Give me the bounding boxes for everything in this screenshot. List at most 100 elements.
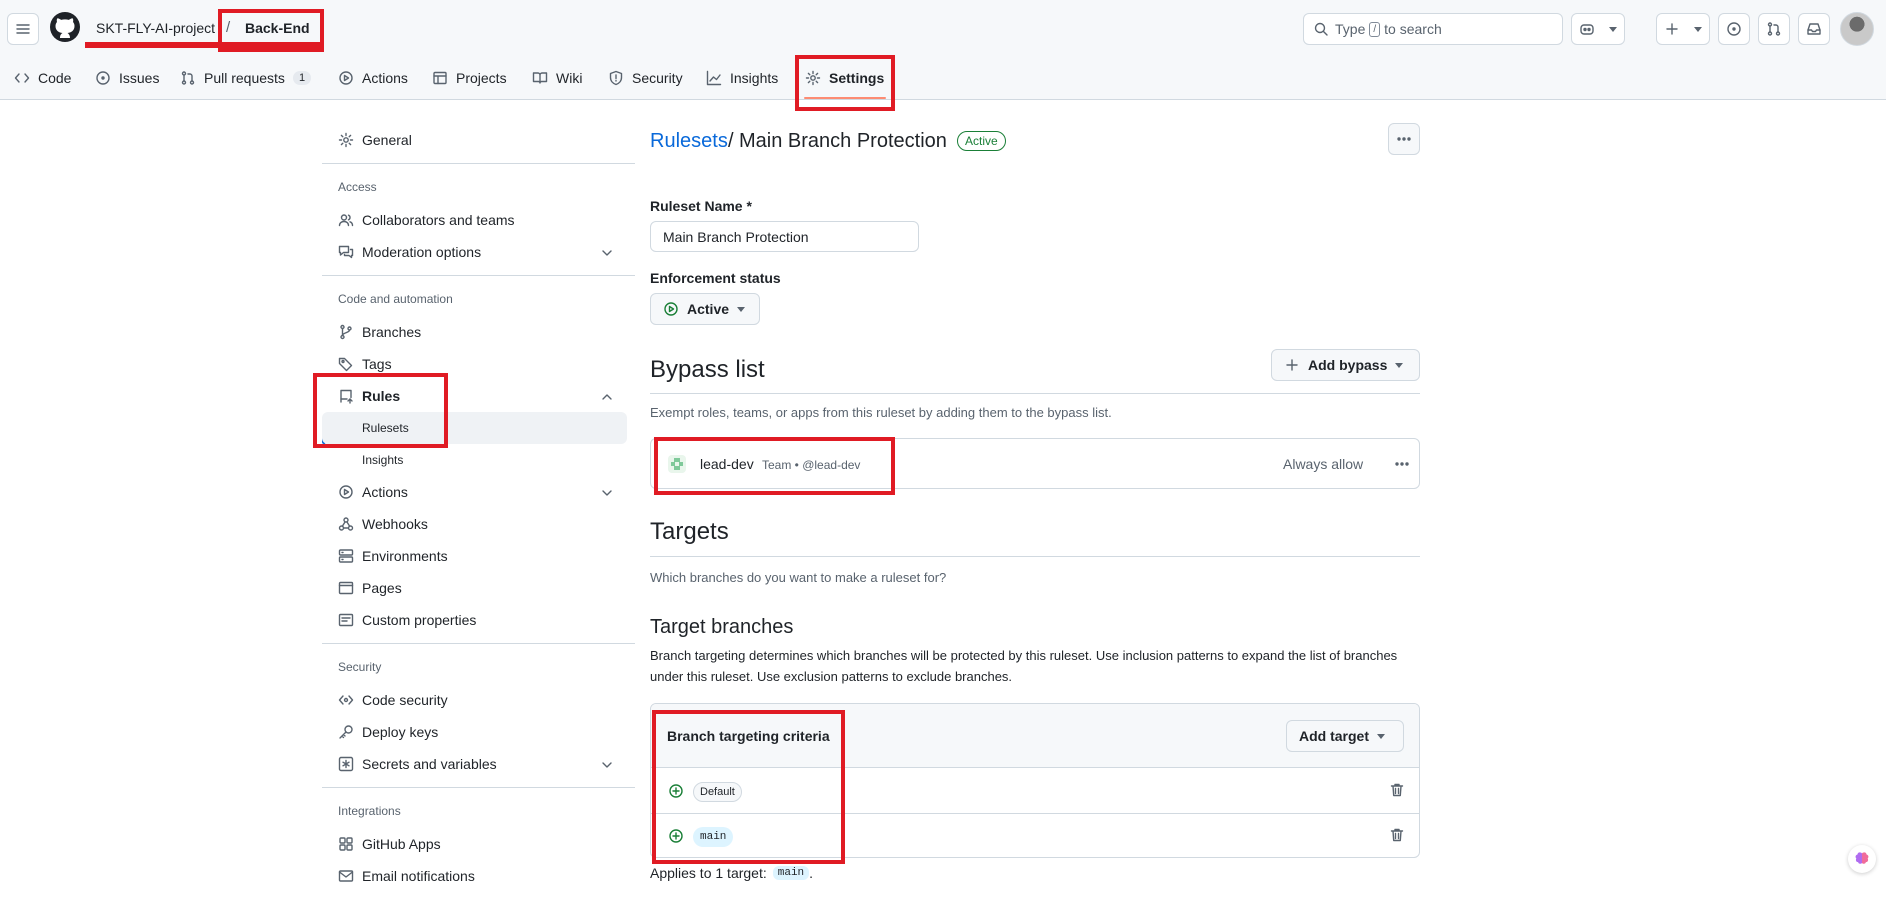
sidebar-item-general[interactable]: General	[322, 124, 627, 156]
sidebar-item-environments[interactable]: Environments	[322, 540, 627, 572]
breadcrumb-rulesets-link[interactable]: Rulesets	[650, 130, 728, 153]
sidebar-item-label: Code security	[362, 692, 448, 708]
bypass-description: Exempt roles, teams, or apps from this r…	[650, 405, 1112, 420]
sidebar-item-tags[interactable]: Tags	[322, 348, 627, 380]
sidebar-item-label: Actions	[362, 484, 408, 500]
search-shortcut-key: /	[1369, 21, 1381, 37]
tab-wiki[interactable]: Wiki	[528, 62, 586, 94]
codescan-icon	[338, 695, 354, 705]
book-icon	[532, 72, 548, 84]
repo-name-link[interactable]: Back-End	[245, 20, 310, 36]
repo-owner-link[interactable]: SKT-FLY-AI-project	[96, 20, 215, 36]
sidebar-item-custom-properties[interactable]: Custom properties	[322, 604, 627, 636]
sidebar-divider	[322, 163, 635, 164]
tab-insights[interactable]: Insights	[702, 62, 782, 94]
sidebar-item-collaborators[interactable]: Collaborators and teams	[322, 204, 627, 236]
user-avatar[interactable]	[1840, 12, 1874, 46]
sidebar-item-rules-insights[interactable]: Insights	[322, 444, 627, 476]
gear-icon	[805, 70, 821, 86]
add-target-button[interactable]: Add target	[1286, 720, 1404, 752]
search-icon	[1314, 22, 1328, 36]
chevron-down-icon	[1694, 26, 1702, 32]
sidebar-divider	[322, 787, 635, 788]
tab-pull-requests-label: Pull requests	[204, 70, 285, 86]
add-bypass-button[interactable]: Add bypass	[1271, 349, 1420, 381]
ruleset-menu-button[interactable]	[1388, 123, 1420, 155]
sidebar-item-rulesets[interactable]: Rulesets	[322, 412, 627, 444]
sidebar-item-label: Rules	[362, 388, 401, 404]
enforcement-status-dropdown[interactable]: Active	[650, 293, 760, 325]
key-icon	[339, 725, 353, 739]
people-icon	[338, 214, 354, 227]
comment-discussion-icon	[338, 245, 354, 259]
note-icon	[338, 613, 354, 627]
criteria-row-main: main	[651, 813, 1419, 857]
tab-projects[interactable]: Projects	[428, 62, 511, 94]
sidebar-item-github-apps[interactable]: GitHub Apps	[322, 828, 627, 860]
sidebar-item-branches[interactable]: Branches	[322, 316, 627, 348]
code-icon	[14, 73, 30, 83]
issues-button[interactable]	[1718, 13, 1750, 45]
play-icon	[339, 71, 353, 85]
sidebar-item-label: Rulesets	[362, 421, 409, 435]
criteria-row-default: Default	[651, 769, 1419, 813]
repo-header: SKT-FLY-AI-project / Back-End Type / to …	[0, 0, 1886, 100]
plus-icon	[1666, 23, 1678, 35]
section-divider	[650, 393, 1420, 394]
sidebar-item-actions[interactable]: Actions	[322, 476, 627, 508]
copilot-icon	[1580, 24, 1594, 35]
trash-icon[interactable]	[1389, 782, 1405, 798]
sidebar-item-rules[interactable]: Rules	[322, 380, 627, 412]
webhook-icon	[338, 517, 354, 531]
create-new-button[interactable]	[1656, 13, 1710, 45]
ruleset-name-input[interactable]	[650, 221, 919, 252]
github-logo-icon[interactable]	[49, 11, 81, 43]
sidebar-item-webhooks[interactable]: Webhooks	[322, 508, 627, 540]
criteria-title: Branch targeting criteria	[667, 728, 830, 744]
table-icon	[433, 71, 447, 85]
chevron-down-icon	[602, 762, 612, 768]
brain-extension-icon[interactable]	[1848, 845, 1876, 873]
applies-summary: Applies to 1 target: main .	[650, 865, 813, 881]
bypass-entry-name: lead-dev	[700, 456, 754, 472]
tab-security[interactable]: Security	[604, 62, 687, 94]
search-input[interactable]: Type / to search	[1303, 13, 1563, 45]
bypass-list-heading: Bypass list	[650, 356, 765, 383]
tab-code[interactable]: Code	[10, 62, 75, 94]
add-target-label: Add target	[1299, 728, 1369, 744]
sidebar-item-label: Insights	[362, 453, 404, 467]
sidebar-item-pages[interactable]: Pages	[322, 572, 627, 604]
sidebar-item-deploy-keys[interactable]: Deploy keys	[322, 716, 627, 748]
sidebar-heading-security: Security	[338, 660, 382, 674]
enforcement-status-label: Enforcement status	[650, 270, 781, 286]
sidebar-item-label: Deploy keys	[362, 724, 439, 740]
plus-circle-icon	[669, 829, 683, 843]
repo-path-separator: /	[226, 19, 231, 36]
copilot-button[interactable]	[1571, 13, 1625, 45]
target-branches-heading: Target branches	[650, 616, 794, 638]
issue-opened-icon	[96, 71, 110, 85]
tab-issues[interactable]: Issues	[91, 62, 163, 94]
applies-prefix: Applies to 1 target:	[650, 865, 767, 881]
branch-targeting-criteria: Branch targeting criteria Add target Def…	[650, 703, 1420, 858]
inbox-button[interactable]	[1798, 13, 1830, 45]
targets-description: Which branches do you want to make a rul…	[650, 570, 947, 585]
tab-settings[interactable]: Settings	[801, 62, 888, 94]
issue-opened-icon	[1727, 22, 1741, 36]
selected-tab-indicator	[804, 97, 886, 99]
bypass-entry-menu-button[interactable]	[1388, 450, 1416, 478]
menu-button[interactable]	[7, 13, 39, 45]
bypass-mode[interactable]: Always allow	[1283, 456, 1363, 472]
sidebar-item-label: GitHub Apps	[362, 836, 441, 852]
kebab-horizontal-icon	[1397, 137, 1411, 141]
sidebar-item-moderation[interactable]: Moderation options	[322, 236, 627, 268]
tab-pull-requests[interactable]: Pull requests 1	[176, 62, 315, 94]
sidebar-item-code-security[interactable]: Code security	[322, 684, 627, 716]
pull-requests-button[interactable]	[1758, 13, 1790, 45]
browser-icon	[338, 581, 354, 595]
sidebar-item-email-notifications[interactable]: Email notifications	[322, 860, 627, 892]
tab-actions[interactable]: Actions	[334, 62, 412, 94]
trash-icon[interactable]	[1389, 827, 1405, 843]
sidebar-item-secrets[interactable]: Secrets and variables	[322, 748, 627, 780]
sidebar-divider	[322, 275, 635, 276]
